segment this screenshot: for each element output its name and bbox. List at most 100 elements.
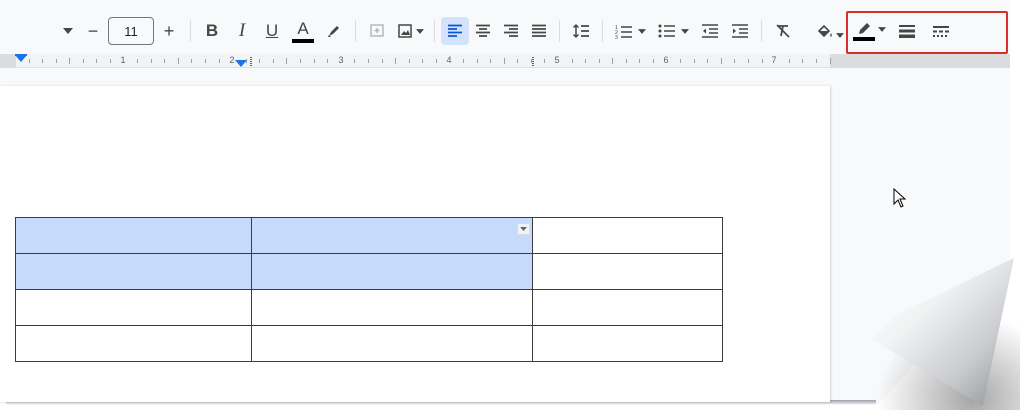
chevron-down-icon [63, 28, 73, 34]
font-dropdown-caret[interactable] [58, 17, 78, 45]
align-left-button[interactable] [441, 17, 469, 45]
toolbar-divider [559, 20, 560, 42]
ruler-tick [436, 59, 437, 63]
ruler-number: 6 [663, 55, 669, 65]
add-comment-icon [370, 24, 384, 37]
table-cell[interactable] [251, 289, 533, 326]
increase-font-size-button[interactable]: + [154, 17, 184, 45]
table-cell[interactable] [15, 253, 252, 290]
ruler-tick [205, 59, 206, 63]
column-indent-marker[interactable] [235, 60, 247, 67]
ruler-tick [314, 59, 315, 63]
numbered-list-button[interactable]: 123 [609, 17, 651, 45]
align-center-button[interactable] [469, 17, 497, 45]
toolbar-divider [190, 20, 191, 42]
highlight-color-button[interactable] [319, 17, 349, 45]
justify-button[interactable] [525, 17, 553, 45]
paint-bucket-icon [817, 24, 832, 38]
document-table[interactable] [15, 217, 723, 362]
text-color-swatch [292, 38, 314, 43]
clear-formatting-button[interactable] [768, 17, 798, 45]
cell-options-button[interactable] [517, 223, 530, 235]
text-color-button[interactable]: A [287, 17, 319, 45]
line-spacing-button[interactable] [566, 17, 596, 45]
border-color-swatch [852, 36, 875, 41]
table-row [15, 289, 723, 326]
table-row [15, 253, 723, 290]
align-justify-icon [532, 24, 546, 37]
first-line-indent-marker[interactable] [15, 54, 27, 56]
ruler-tick [572, 59, 573, 63]
ruler-tick [463, 59, 464, 63]
underline-button[interactable]: U [257, 17, 287, 45]
ruler-number: 1 [120, 55, 126, 65]
ruler-number: 2 [229, 55, 235, 65]
align-left-icon [448, 24, 462, 37]
table-cell[interactable] [15, 289, 252, 326]
ruler-tick [110, 59, 111, 63]
decrease-indent-button[interactable] [695, 17, 725, 45]
text-color-letter: A [297, 18, 309, 38]
ruler-tick [286, 58, 287, 64]
chevron-down-icon [520, 227, 527, 231]
ruler-right-margin [830, 54, 1010, 68]
table-cell[interactable] [532, 289, 723, 326]
table-cell[interactable] [15, 325, 252, 362]
ruler-tick [69, 58, 70, 64]
numbered-list-icon: 123 [615, 25, 632, 39]
ruler-tick [639, 59, 640, 63]
chevron-down-icon [415, 28, 424, 34]
left-indent-marker[interactable] [15, 55, 27, 62]
column-boundary-handle[interactable] [532, 57, 534, 66]
ruler-tick [422, 59, 423, 63]
decrease-font-size-button[interactable]: − [78, 17, 108, 45]
ruler-tick [137, 59, 138, 63]
ruler-tick [477, 59, 478, 63]
ruler-tick [300, 59, 301, 63]
table-cell[interactable] [532, 217, 723, 254]
table-cell[interactable] [251, 253, 533, 290]
font-size-input[interactable]: 11 [108, 17, 154, 45]
table-cell[interactable] [15, 217, 252, 254]
table-cell[interactable] [251, 217, 533, 254]
increase-indent-icon [732, 24, 748, 38]
ruler-tick [544, 59, 545, 63]
table-cell[interactable] [532, 325, 723, 362]
ruler-tick [83, 59, 84, 63]
pen-icon [858, 22, 870, 34]
insert-image-button[interactable] [392, 17, 428, 45]
bulleted-list-button[interactable] [651, 17, 695, 45]
increase-indent-button[interactable] [725, 17, 755, 45]
italic-button[interactable]: I [227, 17, 257, 45]
border-color-button[interactable] [848, 17, 890, 45]
column-boundary-handle[interactable] [250, 57, 252, 66]
align-center-icon [476, 24, 490, 37]
align-right-button[interactable] [497, 17, 525, 45]
ruler-tick [327, 59, 328, 63]
border-dash-button[interactable] [924, 17, 958, 45]
chevron-down-icon [835, 32, 844, 38]
table-cell[interactable] [251, 325, 533, 362]
table-cell[interactable] [532, 253, 723, 290]
bold-button[interactable]: B [197, 17, 227, 45]
ruler-tick [368, 59, 369, 63]
horizontal-ruler[interactable]: 1 2 3 4 5 6 7 [0, 54, 1010, 68]
svg-text:3: 3 [615, 35, 618, 39]
background-color-button[interactable] [812, 17, 848, 45]
ruler-tick [707, 59, 708, 63]
document-page[interactable] [0, 86, 830, 402]
ruler-tick [191, 59, 192, 63]
mouse-pointer-icon [893, 188, 907, 208]
toolbar-divider [602, 20, 603, 42]
ruler-tick [273, 59, 274, 63]
ruler-tick [585, 59, 586, 63]
clear-formatting-icon [776, 24, 790, 38]
border-width-button[interactable] [890, 17, 924, 45]
border-width-icon [899, 25, 915, 38]
ruler-tick [504, 58, 505, 64]
ruler-tick [409, 59, 410, 63]
chevron-down-icon [680, 28, 689, 34]
add-comment-button[interactable] [362, 17, 392, 45]
bulleted-list-icon [658, 24, 675, 38]
ruler-tick [599, 59, 600, 63]
